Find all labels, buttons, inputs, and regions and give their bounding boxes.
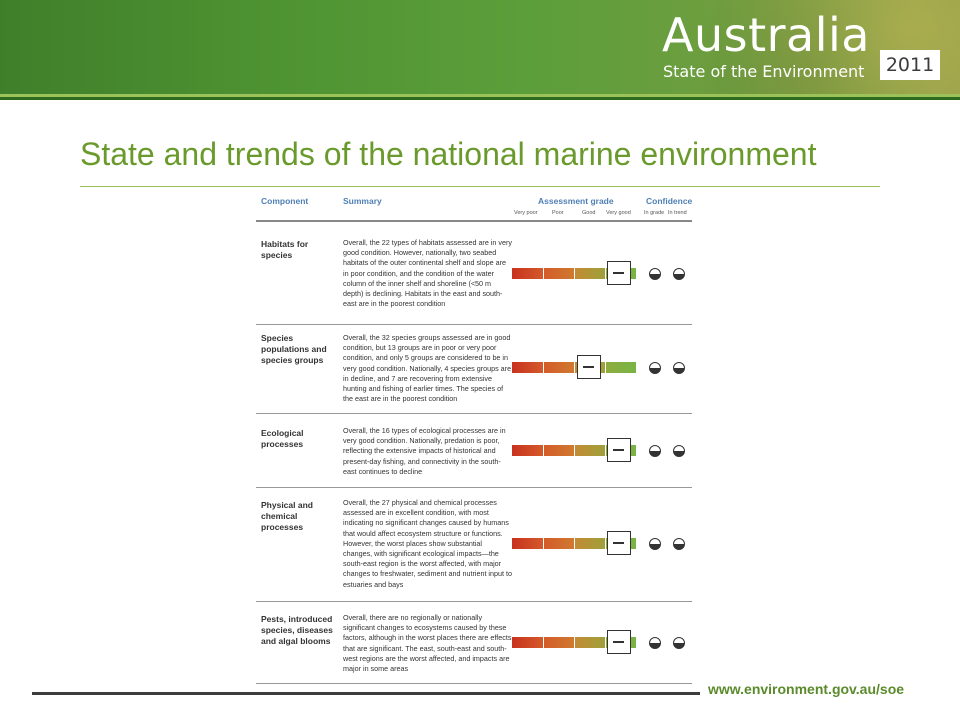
confidence-label-in-trend: In trend	[668, 210, 687, 216]
scale-label-good: Good	[582, 210, 596, 216]
title-divider	[80, 186, 880, 187]
confidence-grade-icon	[649, 445, 661, 457]
confidence-grade-icon	[649, 538, 661, 550]
scale-label-very-poor: Very poor	[514, 210, 538, 216]
row-component-ecological: Ecological processes	[261, 428, 304, 449]
row-divider	[256, 487, 692, 488]
row-summary-pests: Overall, there are no regionally or nati…	[343, 613, 512, 674]
confidence-label-in-grade: In grade	[644, 210, 665, 216]
confidence-trend-icon	[673, 445, 685, 457]
header-banner: Australia State of the Environment 2011	[0, 0, 960, 100]
grade-marker	[606, 261, 631, 285]
brand-subtitle: State of the Environment	[663, 62, 865, 81]
header-confidence: Confidence	[646, 196, 693, 206]
row-divider	[256, 601, 692, 602]
footer-url[interactable]: www.environment.gov.au/soe	[708, 681, 904, 697]
slide-title: State and trends of the national marine …	[80, 136, 817, 172]
grade-bar	[512, 261, 640, 285]
grade-bar	[512, 630, 640, 654]
row-component-species: Species populations and species groups	[261, 333, 327, 365]
assessment-table: Component Summary Assessment grade Confi…	[256, 190, 692, 685]
row-summary-physical: Overall, the 27 physical and chemical pr…	[343, 498, 513, 589]
row-summary-species: Overall, the 32 species groups assessed …	[343, 333, 512, 404]
grade-bar	[512, 438, 640, 462]
grade-marker	[606, 531, 631, 555]
row-component-pests: Pests, introduced species, diseases and …	[261, 614, 333, 646]
footer-rule	[32, 692, 700, 695]
confidence-grade-icon	[649, 637, 661, 649]
grade-bar	[512, 531, 640, 555]
confidence-trend-icon	[673, 362, 685, 374]
year-badge: 2011	[880, 50, 940, 80]
row-summary-habitats: Overall, the 22 types of habitats assess…	[343, 238, 512, 309]
row-component-habitats: Habitats for species	[261, 239, 309, 260]
grade-marker	[606, 438, 631, 462]
grade-bar	[512, 355, 640, 379]
scale-label-very-good: Very good	[606, 210, 631, 216]
row-component-physical: Physical and chemical processes	[261, 500, 313, 532]
scale-label-poor: Poor	[552, 210, 564, 216]
brand-title: Australia	[662, 8, 870, 62]
row-summary-ecological: Overall, the 16 types of ecological proc…	[343, 426, 506, 476]
confidence-trend-icon	[673, 268, 685, 280]
confidence-trend-icon	[673, 538, 685, 550]
confidence-grade-icon	[649, 362, 661, 374]
row-divider	[256, 413, 692, 414]
row-divider	[256, 324, 692, 325]
banner-rule-dark	[0, 97, 960, 100]
header-assessment-grade: Assessment grade	[538, 196, 614, 206]
confidence-grade-icon	[649, 268, 661, 280]
table-bottom-rule	[256, 683, 692, 684]
confidence-trend-icon	[673, 637, 685, 649]
header-component: Component	[261, 196, 309, 206]
header-summary: Summary	[343, 196, 382, 206]
grade-marker	[576, 355, 601, 379]
header-rule	[256, 220, 692, 222]
grade-marker	[606, 630, 631, 654]
